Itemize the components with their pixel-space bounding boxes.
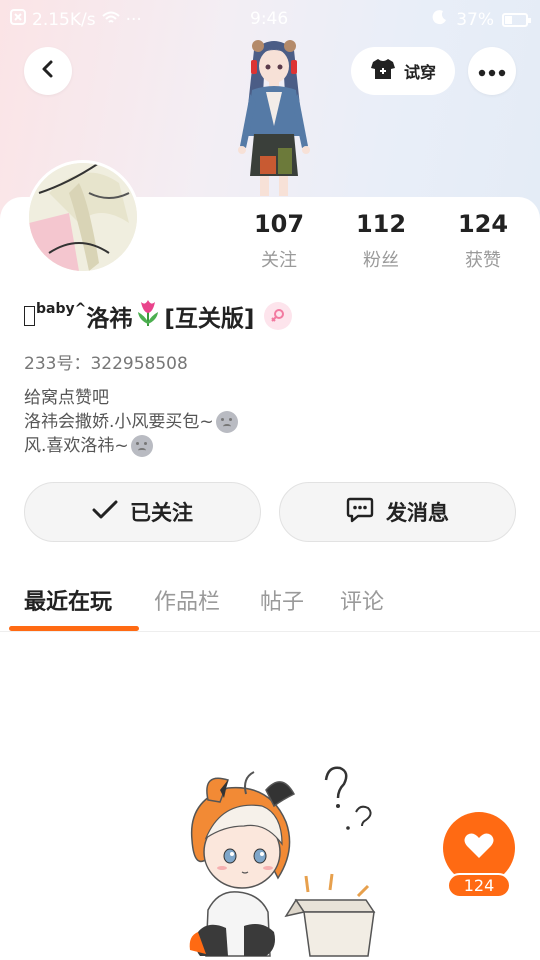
tab-posts[interactable]: 帖子 xyxy=(260,584,304,616)
gray-face-emoji-icon xyxy=(215,411,238,433)
active-tab-indicator xyxy=(9,626,139,631)
try-on-label: 试穿 xyxy=(403,63,436,82)
stat-label: 获赞 xyxy=(465,250,501,271)
profile-tabs: 最近在玩 作品栏 帖子 评论 xyxy=(0,580,540,632)
user-id: 233号：322958508 xyxy=(24,354,188,374)
name-main: 洛祎 xyxy=(86,306,133,332)
moon-icon xyxy=(432,9,448,30)
stat-likes[interactable]: 124 获赞 xyxy=(438,210,528,272)
name-placeholder-glyph xyxy=(24,306,35,326)
tab-comments[interactable]: 评论 xyxy=(340,584,384,616)
avatar[interactable] xyxy=(26,160,140,274)
bio-line: 给窝点赞吧 xyxy=(24,388,109,408)
battery-percent: 37% xyxy=(456,9,494,30)
tulip-icon xyxy=(133,298,163,334)
stat-label: 粉丝 xyxy=(363,250,399,271)
stat-following[interactable]: 107 关注 xyxy=(234,210,324,272)
more-dots-icon xyxy=(478,62,506,81)
stat-value: 112 xyxy=(355,210,407,238)
network-speed: 2.15K/s xyxy=(32,9,96,30)
more-options-button[interactable] xyxy=(468,47,516,95)
more-status-icon: ··· xyxy=(125,9,142,30)
profile-username: baby^ 洛祎 [互关版] xyxy=(24,298,293,334)
stat-followers[interactable]: 112 粉丝 xyxy=(336,210,426,272)
profile-bio: 给窝点赞吧 洛祎会撒娇.小风要买包~ 风.喜欢洛祎~ xyxy=(24,386,238,458)
message-label: 发消息 xyxy=(386,501,449,525)
stat-value: 124 xyxy=(457,210,509,238)
female-gender-icon xyxy=(264,302,293,330)
bio-line: 风.喜欢洛祎~ xyxy=(24,436,129,456)
try-on-button[interactable]: 试穿 xyxy=(351,47,455,95)
name-superscript: baby^ xyxy=(36,301,87,317)
character-avatar-figure[interactable] xyxy=(222,36,326,196)
checkmark-icon xyxy=(92,500,118,525)
bio-line: 洛祎会撒娇.小风要买包~ xyxy=(24,412,214,432)
name-suffix: [互关版] xyxy=(164,306,255,332)
following-button[interactable]: 已关注 xyxy=(24,482,261,542)
empty-state-illustration xyxy=(178,760,388,960)
following-label: 已关注 xyxy=(130,501,193,525)
like-count-badge: 124 xyxy=(447,873,511,898)
clock: 9:46 xyxy=(250,9,289,29)
status-bar: 2.15K/s ··· 9:46 37% xyxy=(0,0,540,38)
heart-icon xyxy=(464,833,494,863)
tab-recently-played[interactable]: 最近在玩 xyxy=(24,584,112,616)
wifi-icon xyxy=(101,10,120,30)
back-button[interactable] xyxy=(24,47,72,95)
send-message-button[interactable]: 发消息 xyxy=(279,482,516,542)
tshirt-icon xyxy=(370,57,396,85)
app-notification-icon xyxy=(10,9,26,30)
stat-value: 107 xyxy=(253,210,305,238)
battery-icon xyxy=(502,12,531,27)
chevron-left-icon xyxy=(38,59,58,83)
gray-face-emoji-icon xyxy=(130,435,153,457)
tab-works[interactable]: 作品栏 xyxy=(154,584,220,616)
stat-label: 关注 xyxy=(261,250,297,271)
chat-bubble-icon xyxy=(346,497,374,528)
